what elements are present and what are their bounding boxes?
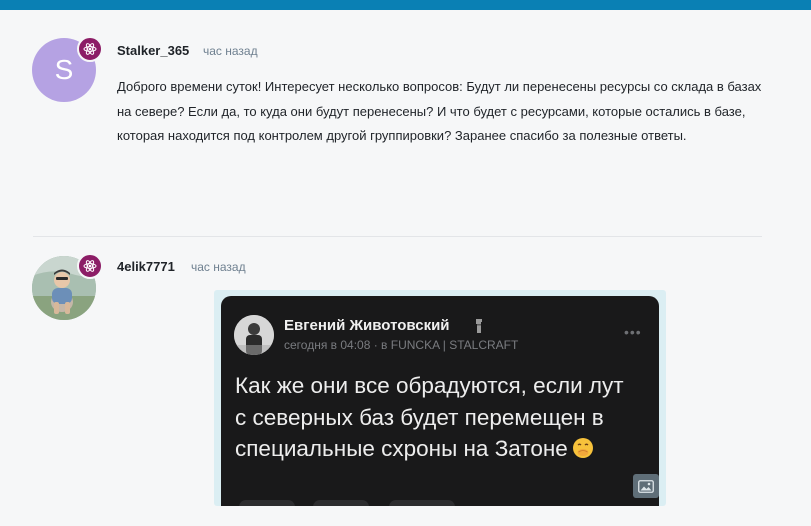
smiling-face-with-hand-over-mouth-icon: [572, 436, 594, 458]
comment-divider: [33, 236, 762, 237]
comment-author[interactable]: Stalker_365: [117, 43, 189, 58]
moai-icon: [474, 318, 484, 334]
post-author-avatar: [234, 315, 274, 355]
image-icon[interactable]: [633, 474, 659, 498]
post-meta: сегодня в 04:08 · в FUNCKA | STALCRAFT: [284, 338, 519, 352]
post-author: Евгений Животовский: [284, 317, 450, 334]
top-accent-bar: [0, 0, 811, 10]
more-dots-icon: •••: [624, 324, 642, 340]
role-badge-icon: [77, 253, 103, 279]
role-badge-icon: [77, 36, 103, 62]
embedded-image[interactable]: Евгений Животовский сегодня в 04:08 · в …: [214, 290, 666, 506]
reaction-chip: [389, 500, 455, 506]
comment-timestamp[interactable]: час назад: [191, 260, 246, 274]
comment-author[interactable]: 4elik7771: [117, 259, 175, 274]
avatar-letter: S: [54, 54, 74, 85]
reaction-chip: [239, 500, 295, 506]
comment-timestamp[interactable]: час назад: [203, 44, 258, 58]
embedded-post: Евгений Животовский сегодня в 04:08 · в …: [221, 296, 659, 506]
reaction-chip: [313, 500, 369, 506]
post-text-content: Как же они все обрадуются, если лут с се…: [235, 373, 624, 461]
post-text: Как же они все обрадуются, если лут с се…: [235, 370, 635, 465]
comment-text: Доброго времени суток! Интересует нескол…: [117, 79, 762, 143]
